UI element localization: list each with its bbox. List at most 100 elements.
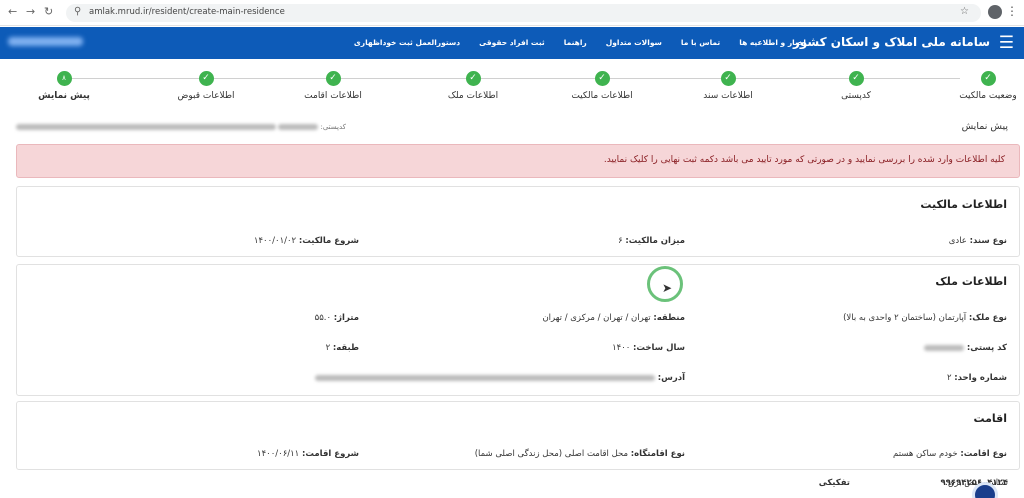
postal-code-field: کد پستی: xyxy=(924,343,1007,353)
check-icon: ✓ xyxy=(720,71,736,86)
property-type-label: نوع ملک: xyxy=(968,313,1007,323)
unit-number-label: شماره واحد: xyxy=(954,373,1007,383)
check-icon: ✓ xyxy=(325,71,341,86)
ownership-start-value: ۱۴۰۰/۰۱/۰۲ xyxy=(253,236,297,246)
ownership-share-field: میزان مالکیت: ۶ xyxy=(618,236,685,246)
residence-title: اقامت xyxy=(973,412,1007,425)
ownership-start-field: شروع مالکیت: ۱۴۰۰/۰۱/۰۲ xyxy=(254,236,359,246)
progress-stepper: ✓ وضعیت مالکیت ✓ کدپستی ✓ اطلاعات سند ✓ … xyxy=(16,68,1020,108)
residence-type-value: خودم ساکن هستم xyxy=(893,449,958,459)
step-property-info[interactable]: ✓ اطلاعات ملک xyxy=(413,71,533,101)
step-label: اطلاعات قبوض xyxy=(177,91,235,101)
floor-label: طبقه: xyxy=(332,343,359,353)
doc-type-value: عادی xyxy=(948,236,967,246)
doc-type-label: نوع سند: xyxy=(969,236,1007,246)
residence-type-field: نوع اقامت: خودم ساکن هستم xyxy=(893,449,1007,459)
address-bar[interactable]: ⚲ amlak.mrud.ir/resident/create-main-res… xyxy=(66,4,981,22)
share-value: ۶ xyxy=(618,236,623,246)
unit-number-field: شماره واحد: ۲ xyxy=(947,373,1007,383)
bill-row: شناسه قبض برق: ۹۹۶۹۴۲۵۶۰۴۱۲۴ تفکیکی xyxy=(16,476,1020,494)
residence-start-label: شروع اقامت: xyxy=(301,449,359,459)
area-value: ۵۵.۰ xyxy=(314,313,332,323)
address-label: آدرس: xyxy=(657,373,685,383)
step-preview[interactable]: ۸ پیش نمایش xyxy=(4,71,124,101)
area-label: متراژ: xyxy=(333,313,359,323)
blurred-value xyxy=(278,124,319,130)
floor-value: ۲ xyxy=(325,343,331,353)
floor-field: طبقه: ۲ xyxy=(326,343,359,353)
menu-item-contact[interactable]: تماس با ما xyxy=(681,38,720,47)
blurred-postal-code xyxy=(924,344,965,351)
step-document-info[interactable]: ✓ اطلاعات سند xyxy=(668,71,788,101)
url-text: amlak.mrud.ir/resident/create-main-resid… xyxy=(89,7,285,17)
postal-code-label: کد پستی: xyxy=(966,343,1007,353)
check-icon: ✓ xyxy=(465,71,481,86)
step-residence-info[interactable]: ✓ اطلاعات اقامت xyxy=(273,71,393,101)
residence-start-value: ۱۴۰۰/۰۶/۱۱ xyxy=(257,449,300,459)
bill-tag: تفکیکی xyxy=(818,478,850,488)
residence-type-label: نوع اقامت: xyxy=(960,449,1007,459)
ownership-start-label: شروع مالکیت: xyxy=(298,236,359,246)
step-bills-info[interactable]: ✓ اطلاعات قبوض xyxy=(146,71,266,101)
reload-icon[interactable]: ↻ xyxy=(44,5,53,18)
step-ownership-status[interactable]: ✓ وضعیت مالکیت xyxy=(928,71,1024,101)
site-title[interactable]: سامانه ملی املاک و اسکان کشور xyxy=(793,35,990,49)
main-menu: اخبار و اطلاعیه ها تماس با ما سوالات متد… xyxy=(354,38,806,47)
menu-item-news[interactable]: اخبار و اطلاعیه ها xyxy=(739,38,806,47)
residence-start-field: شروع اقامت: ۱۴۰۰/۰۶/۱۱ xyxy=(257,449,359,459)
browser-toolbar: ← → ↻ ⚲ amlak.mrud.ir/resident/create-ma… xyxy=(0,0,1024,26)
hamburger-menu-icon[interactable]: ☰ xyxy=(999,33,1014,53)
doc-type-field: نوع سند: عادی xyxy=(949,236,1007,246)
build-year-label: سال ساخت: xyxy=(633,343,685,353)
profile-avatar[interactable] xyxy=(988,5,1002,19)
region-label: منطقه: xyxy=(653,313,685,323)
blurred-address xyxy=(314,374,655,381)
check-icon: ✓ xyxy=(198,71,214,86)
check-icon: ✓ xyxy=(848,71,864,86)
step-label: وضعیت مالکیت xyxy=(959,91,1017,101)
postal-code-label: کدپستی: xyxy=(320,123,346,131)
step-postal-code[interactable]: ✓ کدپستی xyxy=(796,71,916,101)
area-field: متراژ: ۵۵.۰ xyxy=(315,313,359,323)
review-alert: کلیه اطلاعات وارد شده را بررسی نمایید و … xyxy=(16,144,1020,178)
region-value: تهران / تهران / مرکزی / تهران xyxy=(542,313,651,323)
build-year-field: سال ساخت: ۱۴۰۰ xyxy=(612,343,685,353)
step-label: اطلاعات اقامت xyxy=(304,91,362,101)
ownership-title: اطلاعات مالکیت xyxy=(920,198,1007,211)
user-name-blurred[interactable] xyxy=(8,37,83,46)
browser-menu-icon[interactable]: ⋮ xyxy=(1006,4,1018,18)
unit-number-value: ۲ xyxy=(946,373,952,383)
property-type-field: نوع ملک: آپارتمان (ساختمان ۲ واحدی به با… xyxy=(843,313,1007,323)
blurred-address xyxy=(16,124,276,130)
step-number: ۸ xyxy=(56,71,72,86)
menu-item-declaration-instructions[interactable]: دستورالعمل ثبت خوداظهاری xyxy=(354,38,460,47)
preview-header: پیش نمایش کدپستی: xyxy=(16,121,1020,137)
address-field: آدرس: xyxy=(314,373,685,383)
step-label: اطلاعات مالکیت xyxy=(571,91,633,101)
alert-text: کلیه اطلاعات وارد شده را بررسی نمایید و … xyxy=(603,155,1005,165)
region-field: منطقه: تهران / تهران / مرکزی / تهران xyxy=(542,313,685,323)
back-icon[interactable]: ← xyxy=(8,5,17,18)
bookmark-star-icon[interactable]: ☆ xyxy=(960,6,975,17)
menu-item-faq[interactable]: سوالات متداول xyxy=(606,38,662,47)
residence-place-field: نوع اقامتگاه: محل اقامت اصلی (محل زندگی … xyxy=(475,449,685,459)
share-label: میزان مالکیت: xyxy=(625,236,685,246)
step-label: اطلاعات ملک xyxy=(447,91,499,101)
step-label: پیش نمایش xyxy=(38,91,90,101)
check-icon: ✓ xyxy=(980,71,996,86)
step-ownership-info[interactable]: ✓ اطلاعات مالکیت xyxy=(542,71,662,101)
forward-icon[interactable]: → xyxy=(26,5,35,18)
residence-place-value: محل اقامت اصلی (محل زندگی اصلی شما) xyxy=(474,449,629,459)
property-title: اطلاعات ملک xyxy=(935,275,1007,288)
menu-item-legal-entities[interactable]: ثبت افراد حقوقی xyxy=(479,38,545,47)
mouse-cursor-icon: ➤ xyxy=(662,281,673,295)
residence-card: اقامت نوع اقامت: خودم ساکن هستم نوع اقام… xyxy=(16,401,1020,470)
check-icon: ✓ xyxy=(594,71,610,86)
site-info-icon[interactable]: ⚲ xyxy=(74,6,81,17)
build-year-value: ۱۴۰۰ xyxy=(612,343,631,353)
step-label: کدپستی xyxy=(841,91,871,101)
site-header: ☰ سامانه ملی املاک و اسکان کشور اخبار و … xyxy=(0,27,1024,59)
property-card: اطلاعات ملک نوع ملک: آپارتمان (ساختمان ۲… xyxy=(16,264,1020,396)
menu-item-guide[interactable]: راهنما xyxy=(564,38,587,47)
property-type-value: آپارتمان (ساختمان ۲ واحدی به بالا) xyxy=(843,313,967,323)
